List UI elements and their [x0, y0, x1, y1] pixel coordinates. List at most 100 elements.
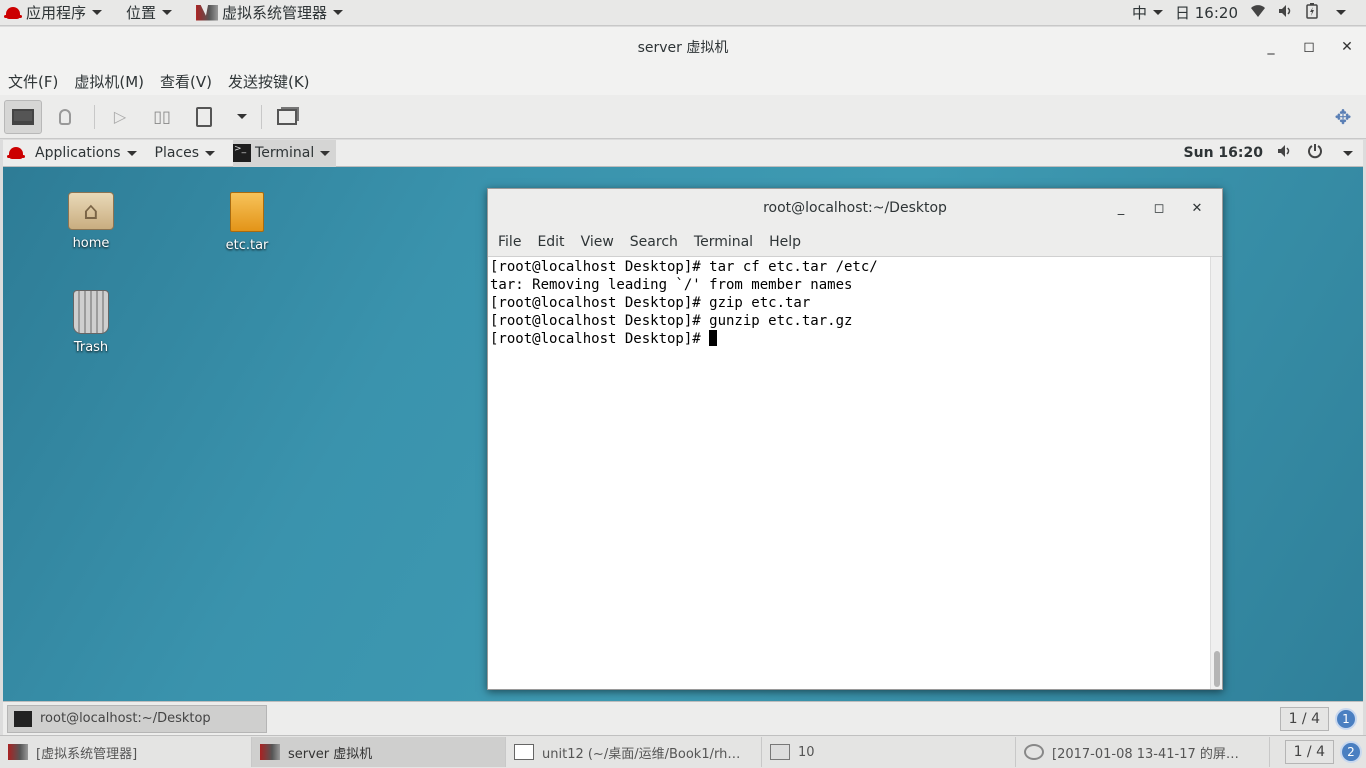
guest-terminal-label: Terminal — [255, 145, 315, 161]
terminal-menu-file[interactable]: File — [490, 234, 529, 250]
scrollbar-thumb[interactable] — [1214, 651, 1220, 687]
input-method-indicator[interactable]: 中 — [1132, 2, 1163, 23]
terminal-menu-search[interactable]: Search — [622, 234, 686, 250]
terminal-icon — [14, 710, 32, 727]
desktop-icon-trash-label: Trash — [73, 340, 109, 355]
redhat-logo-icon — [7, 147, 25, 159]
chevron-down-icon[interactable] — [1343, 150, 1353, 156]
host-message-tray-badge[interactable]: 2 — [1340, 741, 1362, 763]
terminal-line: [root@localhost Desktop]# gzip etc.tar — [490, 295, 811, 311]
show-details-button[interactable] — [46, 100, 84, 134]
terminal-output[interactable]: [root@localhost Desktop]# tar cf etc.tar… — [488, 257, 1210, 689]
host-apps-menu-label: 应用程序 — [26, 4, 87, 22]
shutdown-button[interactable] — [185, 100, 223, 134]
guest-terminal-menu[interactable]: >_ Terminal — [233, 140, 337, 167]
trash-icon — [73, 290, 109, 334]
terminal-titlebar[interactable]: root@localhost:~/Desktop _ ◻ ✕ — [488, 189, 1222, 227]
desktop-icon-trash[interactable]: Trash — [46, 290, 136, 355]
show-console-button[interactable] — [4, 99, 42, 134]
close-icon[interactable]: ✕ — [1178, 201, 1216, 216]
guest-applications-menu[interactable]: Applications — [7, 145, 137, 161]
workspace-switcher[interactable]: 1 / 4 — [1279, 706, 1329, 731]
pause-button[interactable]: ▯▯ — [143, 100, 181, 134]
home-folder-icon — [68, 192, 114, 230]
vm-menu-machine[interactable]: 虚拟机(M) — [66, 71, 152, 92]
maximize-icon[interactable]: ◻ — [1290, 39, 1328, 55]
guest-clock[interactable]: Sun 16:20 — [1184, 145, 1263, 161]
host-vm-manager-menu[interactable]: 虚拟系统管理器 — [196, 2, 344, 23]
guest-task-label: root@localhost:~/Desktop — [40, 711, 211, 726]
shutdown-menu-button[interactable] — [227, 100, 251, 134]
desktop-icon-home[interactable]: home — [46, 192, 136, 251]
minimize-icon[interactable]: _ — [1102, 201, 1140, 216]
power-icon — [196, 106, 212, 127]
lightbulb-icon — [59, 108, 71, 125]
desktop-icon-etc-tar[interactable]: etc.tar — [202, 192, 292, 253]
host-apps-menu[interactable]: 应用程序 — [4, 2, 103, 23]
host-task-vm-manager[interactable]: [虚拟系统管理器] — [0, 737, 252, 767]
fullscreen-icon: ✥ — [1334, 104, 1352, 129]
chevron-down-icon — [1153, 10, 1163, 15]
monitor-icon — [12, 108, 34, 125]
volume-icon[interactable] — [1278, 4, 1294, 22]
guest-top-bar: Applications Places >_ Terminal Sun 16:2… — [3, 140, 1363, 167]
terminal-scrollbar[interactable] — [1210, 257, 1222, 689]
terminal-menu-terminal[interactable]: Terminal — [686, 234, 761, 250]
chevron-down-icon — [237, 114, 247, 119]
terminal-prompt: [root@localhost Desktop]# — [490, 331, 710, 347]
vm-menu-view[interactable]: 查看(V) — [152, 71, 220, 92]
guest-taskbar: root@localhost:~/Desktop 1 / 4 1 — [3, 701, 1363, 735]
power-icon[interactable] — [1307, 143, 1323, 163]
vm-menubar: 文件(F) 虚拟机(M) 查看(V) 发送按键(K) — [0, 67, 1366, 95]
virt-manager-icon — [260, 744, 280, 760]
battery-icon[interactable] — [1306, 2, 1318, 23]
host-task-label: [虚拟系统管理器] — [36, 746, 138, 762]
terminal-window[interactable]: root@localhost:~/Desktop _ ◻ ✕ File Edit… — [487, 188, 1223, 690]
host-vm-manager-label: 虚拟系统管理器 — [222, 4, 328, 22]
input-method-label: 中 — [1131, 4, 1147, 22]
vm-toolbar: ▷ ▯▯ ✥ — [0, 95, 1366, 139]
chevron-down-icon — [333, 10, 344, 15]
host-task-server-vm[interactable]: server 虚拟机 — [252, 737, 506, 767]
host-task-10[interactable]: 10 — [762, 737, 1016, 767]
fullscreen-button[interactable]: ✥ — [1324, 100, 1362, 134]
host-places-menu[interactable]: 位置 — [126, 2, 173, 23]
snapshots-button[interactable] — [268, 100, 306, 134]
snapshots-icon — [277, 108, 297, 125]
message-tray-badge[interactable]: 1 — [1335, 707, 1357, 730]
guest-places-menu[interactable]: Places — [155, 145, 216, 161]
vm-window-title: server 虚拟机 — [637, 40, 729, 56]
vm-menu-send-key[interactable]: 发送按键(K) — [220, 71, 318, 92]
guest-places-label: Places — [154, 145, 200, 161]
guest-task-terminal[interactable]: root@localhost:~/Desktop — [7, 704, 267, 733]
maximize-icon[interactable]: ◻ — [1140, 201, 1178, 216]
chevron-down-icon — [205, 150, 216, 156]
host-task-unit12[interactable]: unit12 (~/桌面/运维/Book1/rh… — [506, 737, 762, 767]
vm-window-titlebar: server 虚拟机 _ ◻ ✕ — [0, 27, 1366, 67]
wifi-icon[interactable] — [1250, 4, 1266, 22]
virt-manager-icon — [196, 4, 219, 21]
terminal-line: tar: Removing leading `/' from member na… — [490, 277, 853, 293]
system-menu-chevron-icon[interactable] — [1336, 10, 1346, 15]
host-task-screenshot[interactable]: [2017-01-08 13-41-17 的屏… — [1016, 737, 1270, 767]
host-task-label: server 虚拟机 — [288, 746, 373, 762]
vm-menu-file[interactable]: 文件(F) — [0, 71, 66, 92]
host-clock[interactable]: 日 16:20 — [1175, 2, 1238, 23]
close-icon[interactable]: ✕ — [1328, 39, 1366, 55]
terminal-icon: >_ — [233, 144, 252, 162]
guest-display[interactable]: Applications Places >_ Terminal Sun 16:2… — [3, 140, 1363, 735]
terminal-menu-view[interactable]: View — [573, 234, 622, 250]
chevron-down-icon — [162, 10, 173, 15]
terminal-line: [root@localhost Desktop]# tar cf etc.tar… — [490, 259, 878, 275]
desktop-icon-etc-tar-label: etc.tar — [225, 238, 269, 253]
terminal-menu-edit[interactable]: Edit — [529, 234, 572, 250]
volume-icon[interactable] — [1277, 144, 1293, 162]
terminal-prompt-line: [root@localhost Desktop]# — [490, 330, 1208, 348]
toolbar-separator — [94, 104, 95, 129]
run-button[interactable]: ▷ — [101, 100, 139, 134]
host-workspace-switcher[interactable]: 1 / 4 — [1284, 740, 1334, 764]
text-cursor — [709, 330, 718, 346]
terminal-menu-help[interactable]: Help — [761, 234, 809, 250]
minimize-icon[interactable]: _ — [1252, 39, 1290, 55]
text-editor-icon — [514, 744, 534, 760]
